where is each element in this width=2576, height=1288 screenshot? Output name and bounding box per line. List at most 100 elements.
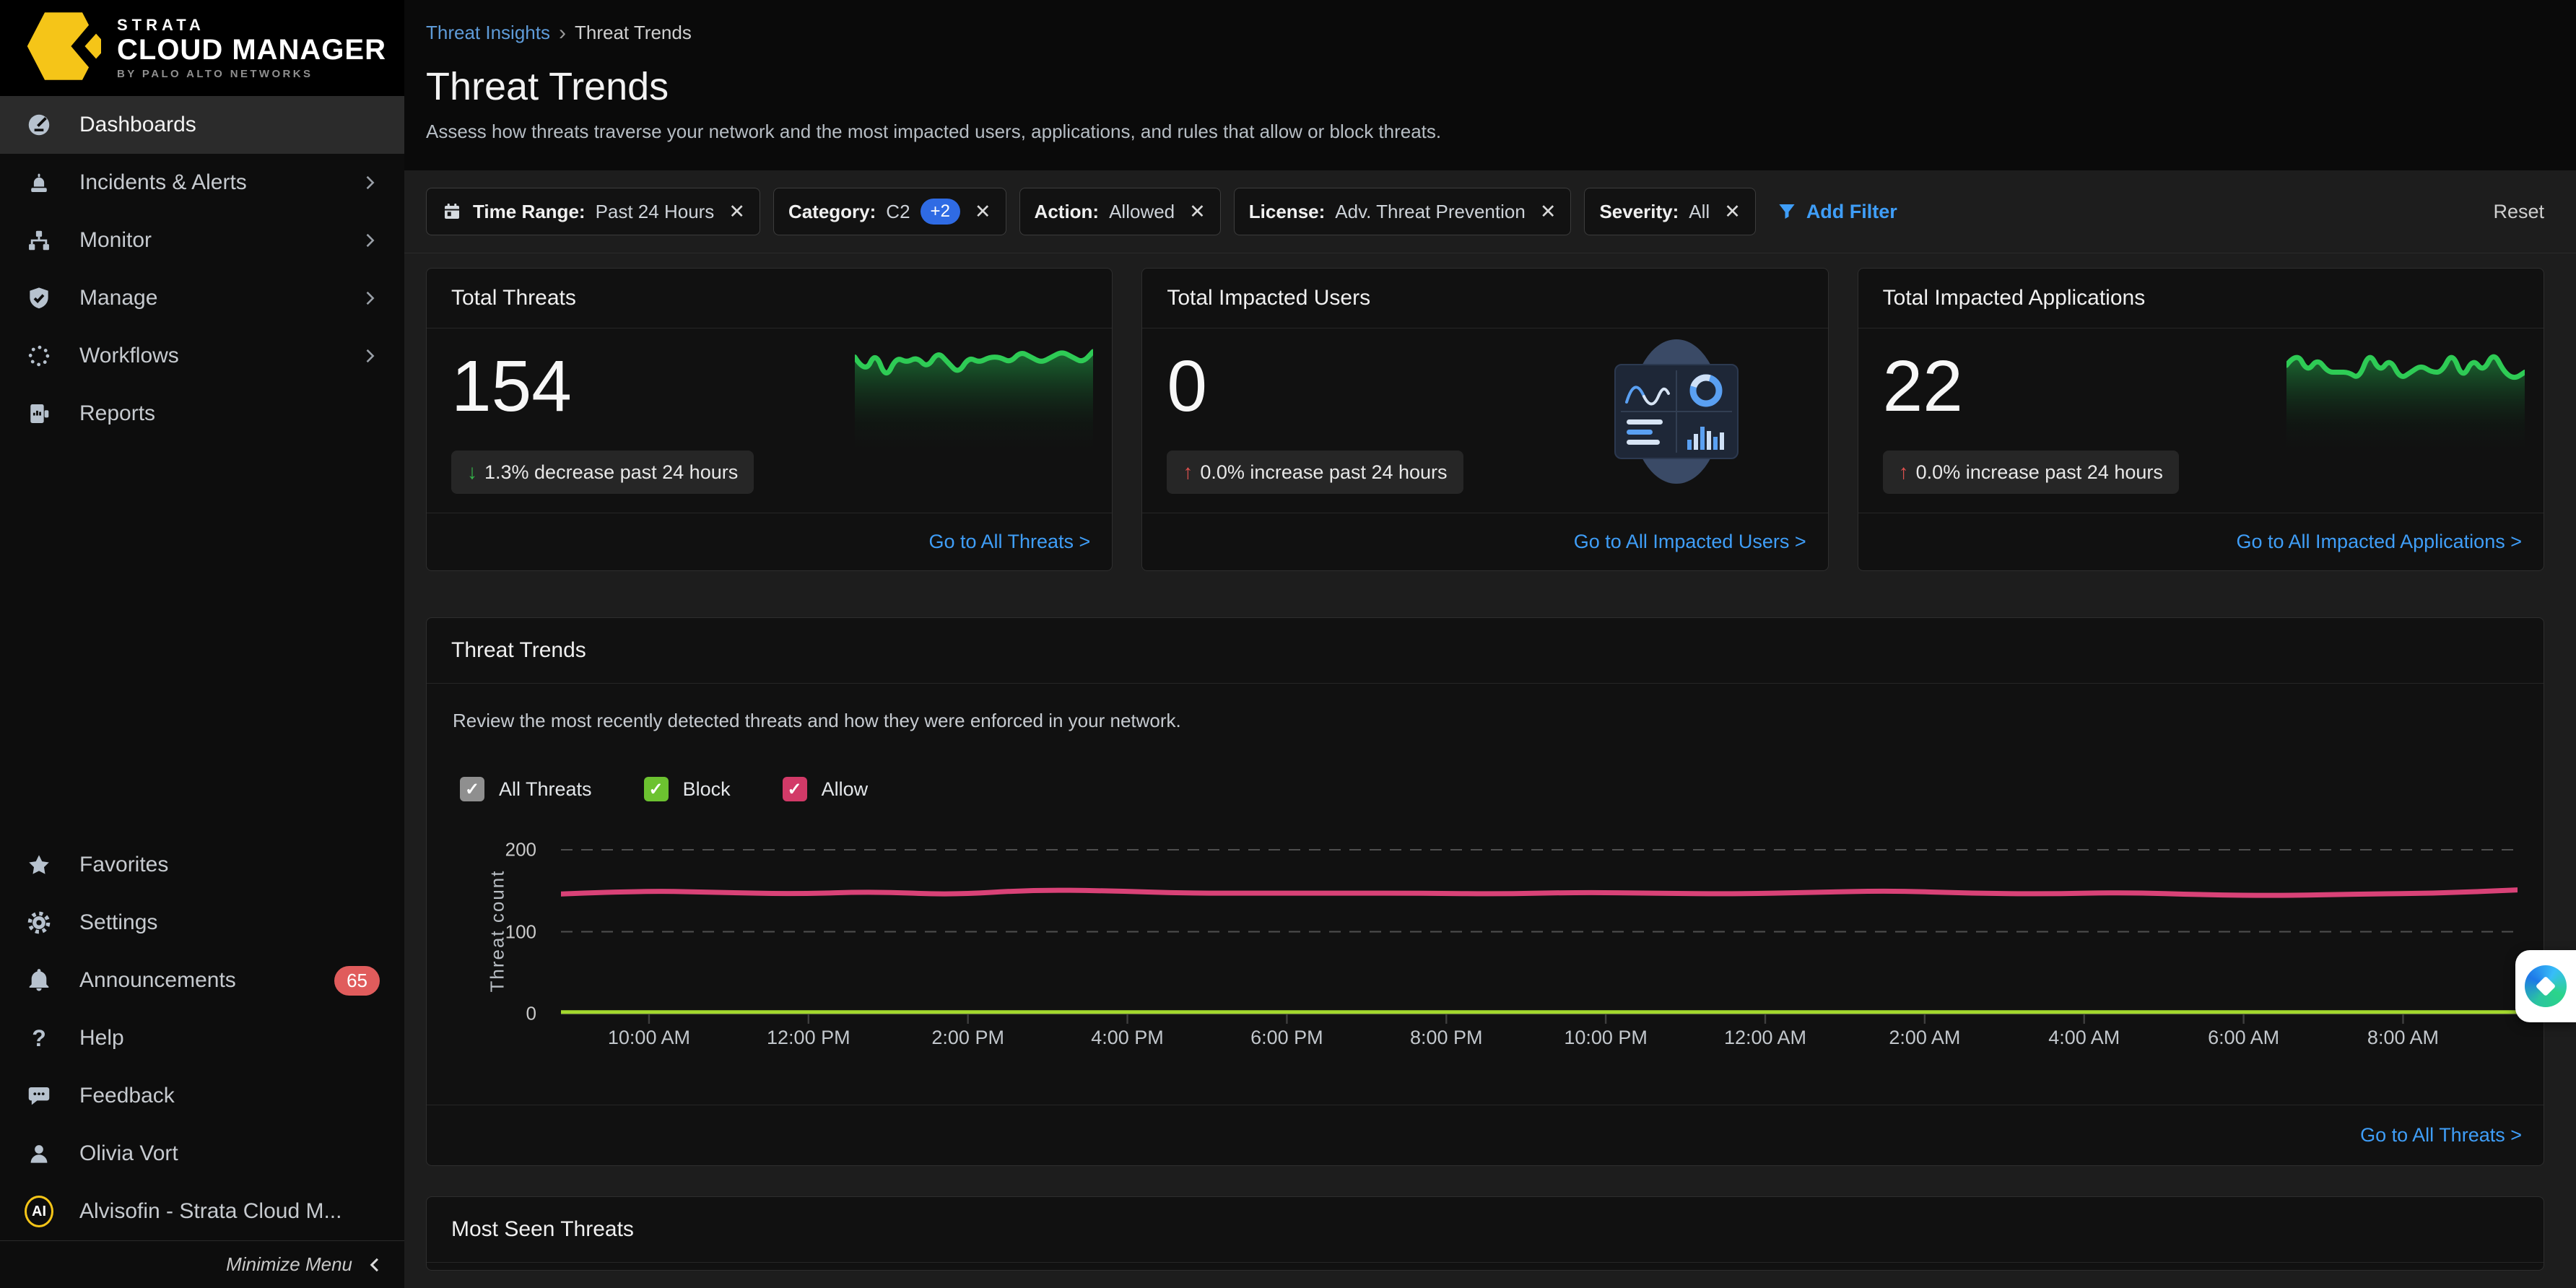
go-to-all-impacted-users-link[interactable]: Go to All Impacted Users > <box>1574 531 1806 552</box>
calendar-icon <box>441 201 463 222</box>
x-axis-label: 12:00 PM <box>767 1027 850 1049</box>
chip-value: All <box>1689 201 1710 223</box>
y-axis: Threat count 0100200 <box>453 833 561 1071</box>
go-to-all-threats-link[interactable]: Go to All Threats > <box>928 531 1090 552</box>
trend-arrow-icon: ↑ <box>1899 461 1909 484</box>
filter-bar: Time Range: Past 24 Hours ✕ Category: C2… <box>404 170 2576 253</box>
x-axis-label: 6:00 AM <box>2208 1027 2279 1049</box>
change-indicator: ↑ 0.0% increase past 24 hours <box>1883 451 2179 494</box>
sidebar-item-reports[interactable]: Reports <box>0 385 404 443</box>
page-subtitle: Assess how threats traverse your network… <box>426 121 2547 143</box>
chevron-right-icon <box>360 173 380 193</box>
sidebar-item-tenant-alvisofin[interactable]: AI Alvisofin - Strata Cloud M... <box>0 1183 404 1240</box>
breadcrumb-current: Threat Trends <box>575 22 692 44</box>
breadcrumb-link-threat-insights[interactable]: Threat Insights <box>426 22 550 44</box>
checkbox-allow[interactable]: ✓ <box>783 777 807 801</box>
threats-sparkline-chart <box>855 340 1093 448</box>
chevron-left-icon <box>365 1255 386 1275</box>
close-icon[interactable]: ✕ <box>1189 201 1206 223</box>
sidebar-item-incidents-alerts[interactable]: Incidents & Alerts <box>0 154 404 212</box>
threat-trends-panel: Threat Trends Review the most recently d… <box>426 617 2544 1166</box>
chip-more-badge: +2 <box>921 199 960 225</box>
sidebar-item-favorites[interactable]: Favorites <box>0 836 404 894</box>
legend-checkbox-all-threats[interactable]: ✓ All Threats <box>460 777 592 801</box>
filter-chip-action[interactable]: Action: Allowed ✕ <box>1019 188 1221 235</box>
close-icon[interactable]: ✕ <box>728 201 745 223</box>
person-icon <box>25 1139 53 1168</box>
main-content: Threat Insights › Threat Trends Threat T… <box>404 0 2576 1288</box>
sidebar-item-label: Favorites <box>79 853 168 877</box>
legend-checkbox-allow[interactable]: ✓ Allow <box>783 777 869 801</box>
y-axis-tick-label: 100 <box>505 921 536 943</box>
report-icon <box>25 399 53 428</box>
checkbox-all-threats[interactable]: ✓ <box>460 777 484 801</box>
ai-avatar-icon: AI <box>25 1197 53 1226</box>
sidebar-item-monitor[interactable]: Monitor <box>0 212 404 269</box>
close-icon[interactable]: ✕ <box>975 201 991 223</box>
change-text: 1.3% decrease past 24 hours <box>484 461 738 484</box>
legend-label: Block <box>683 778 731 801</box>
sidebar-item-help[interactable]: ? Help <box>0 1009 404 1067</box>
sidebar-item-label: Help <box>79 1026 124 1050</box>
sidebar-item-label: Feedback <box>79 1084 175 1108</box>
chip-label: Action: <box>1035 201 1100 223</box>
panel-description: Review the most recently detected threat… <box>453 710 2518 732</box>
brand-logo: STRATA CLOUD MANAGER BY PALO ALTO NETWOR… <box>0 0 404 96</box>
sidebar: STRATA CLOUD MANAGER BY PALO ALTO NETWOR… <box>0 0 404 1288</box>
minimize-menu-button[interactable]: Minimize Menu <box>0 1240 404 1288</box>
add-filter-button[interactable]: Add Filter <box>1776 201 1897 223</box>
sidebar-item-settings[interactable]: Settings <box>0 894 404 952</box>
legend-checkbox-block[interactable]: ✓ Block <box>644 777 731 801</box>
sidebar-item-label: Settings <box>79 910 157 935</box>
sidebar-bottom: Favorites Settings Announcements 65 ? He… <box>0 836 404 1288</box>
chip-value: Adv. Threat Prevention <box>1335 201 1526 223</box>
avatar: AI <box>25 1196 53 1227</box>
question-icon: ? <box>25 1024 53 1053</box>
copilot-gem-icon <box>2525 965 2567 1007</box>
star-icon <box>25 850 53 879</box>
chip-value: Allowed <box>1109 201 1175 223</box>
chevron-right-icon <box>360 230 380 251</box>
card-title: Total Impacted Users <box>1142 269 1827 328</box>
sidebar-nav: Dashboards Incidents & Alerts Monitor <box>0 96 404 443</box>
go-to-all-impacted-applications-link[interactable]: Go to All Impacted Applications > <box>2237 531 2522 552</box>
filter-chip-license[interactable]: License: Adv. Threat Prevention ✕ <box>1234 188 1572 235</box>
page-header: Threat Insights › Threat Trends Threat T… <box>404 0 2576 170</box>
chart-legend: ✓ All Threats ✓ Block ✓ Allow <box>453 777 2518 801</box>
change-indicator: ↓ 1.3% decrease past 24 hours <box>451 451 754 494</box>
filter-chip-category[interactable]: Category: C2 +2 ✕ <box>773 188 1006 235</box>
change-text: 0.0% increase past 24 hours <box>1916 461 2163 484</box>
filter-chip-severity[interactable]: Severity: All ✕ <box>1584 188 1755 235</box>
sidebar-item-user-olivia-vort[interactable]: Olivia Vort <box>0 1125 404 1183</box>
trend-arrow-icon: ↑ <box>1183 461 1193 484</box>
sidebar-item-announcements[interactable]: Announcements 65 <box>0 952 404 1009</box>
x-axis-label: 8:00 PM <box>1410 1027 1483 1049</box>
sidebar-item-label: Monitor <box>79 228 152 253</box>
sidebar-item-workflows[interactable]: Workflows <box>0 327 404 385</box>
chip-label: Severity: <box>1599 201 1679 223</box>
sidebar-item-manage[interactable]: Manage <box>0 269 404 327</box>
total-impacted-users-card: Total Impacted Users 0 <box>1141 268 1828 571</box>
y-axis-tick-label: 200 <box>505 839 536 861</box>
add-filter-label: Add Filter <box>1806 201 1897 223</box>
change-indicator: ↑ 0.0% increase past 24 hours <box>1167 451 1463 494</box>
page-title: Threat Trends <box>426 64 2547 109</box>
breadcrumb-separator-icon: › <box>559 22 566 44</box>
close-icon[interactable]: ✕ <box>1724 201 1741 223</box>
reset-button[interactable]: Reset <box>2493 201 2544 223</box>
sidebar-item-feedback[interactable]: Feedback <box>0 1067 404 1125</box>
sidebar-item-dashboards[interactable]: Dashboards <box>0 96 404 154</box>
go-to-all-threats-link[interactable]: Go to All Threats > <box>2360 1124 2522 1146</box>
close-icon[interactable]: ✕ <box>1540 201 1557 223</box>
chevron-right-icon <box>360 346 380 366</box>
legend-label: Allow <box>822 778 869 801</box>
logo-line3: BY PALO ALTO NETWORKS <box>117 68 386 80</box>
copilot-launcher-button[interactable] <box>2515 950 2576 1022</box>
checkbox-block[interactable]: ✓ <box>644 777 669 801</box>
chat-icon <box>25 1082 53 1110</box>
sidebar-item-label: Olivia Vort <box>79 1141 178 1166</box>
x-axis-label: 6:00 PM <box>1250 1027 1323 1049</box>
sidebar-item-label: Manage <box>79 286 157 310</box>
filter-chip-time-range[interactable]: Time Range: Past 24 Hours ✕ <box>426 188 760 235</box>
x-axis-label: 8:00 AM <box>2367 1027 2439 1049</box>
